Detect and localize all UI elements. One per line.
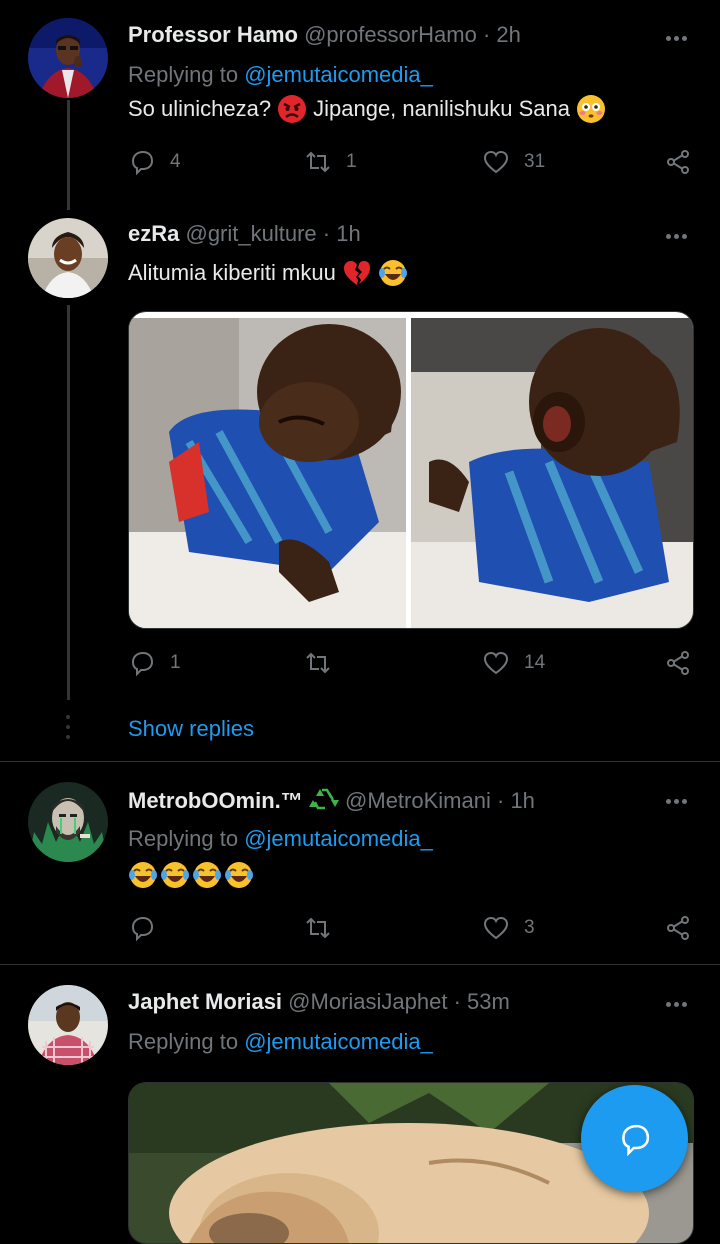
tweet-header: ezRa @grit_kulture · 1h <box>128 221 361 247</box>
thread-line <box>67 305 70 700</box>
tweet-text-part: Alitumia kiberiti mkuu <box>128 260 336 285</box>
timestamp[interactable]: 53m <box>467 989 510 1014</box>
avatar[interactable] <box>28 218 108 298</box>
avatar[interactable] <box>28 985 108 1065</box>
more-icon[interactable] <box>662 226 692 246</box>
tweet-actions: 4 1 31 <box>128 142 698 182</box>
tweet-media[interactable] <box>128 311 694 629</box>
mention-link[interactable]: @jemutaicomedia_ <box>244 1029 433 1054</box>
divider <box>0 761 720 762</box>
mention-link[interactable]: @jemutaicomedia_ <box>244 826 433 851</box>
tweet-header: Japhet Moriasi @MoriasiJaphet · 53m <box>128 989 510 1015</box>
heart-icon <box>483 651 509 675</box>
reply-icon <box>131 150 154 176</box>
replying-prefix: Replying to <box>128 62 239 87</box>
like-count: 31 <box>524 151 546 172</box>
display-name[interactable]: Japhet Moriasi <box>128 989 282 1014</box>
retweet-count: 1 <box>346 151 357 172</box>
tweet-actions: 1 14 <box>128 643 698 683</box>
flushed-face-emoji-icon <box>576 95 605 123</box>
compose-reply-button[interactable] <box>581 1085 688 1192</box>
like-button[interactable]: 14 <box>482 643 545 683</box>
reply-button[interactable]: 4 <box>128 142 181 182</box>
tweet-text: Alitumia kiberiti mkuu <box>128 258 408 288</box>
tears-of-joy-emoji-icon <box>193 862 221 888</box>
angry-face-emoji-icon <box>278 95 307 123</box>
retweet-button[interactable]: 1 <box>304 142 357 182</box>
retweet-icon <box>306 652 330 674</box>
tweet-header: Professor Hamo @professorHamo · 2h <box>128 22 521 48</box>
tweet-text-part: So ulinicheza? <box>128 96 272 121</box>
retweet-button[interactable] <box>304 908 346 948</box>
timestamp[interactable]: 1h <box>336 221 360 246</box>
timestamp[interactable]: 2h <box>496 22 520 47</box>
retweet-icon <box>306 917 330 939</box>
display-name[interactable]: Professor Hamo <box>128 22 298 47</box>
reply-icon <box>131 651 154 677</box>
show-replies-link[interactable]: Show replies <box>128 716 254 742</box>
replying-prefix: Replying to <box>128 1029 239 1054</box>
replying-prefix: Replying to <box>128 826 239 851</box>
separator: · <box>482 22 491 47</box>
share-icon <box>667 150 689 174</box>
heart-icon <box>483 916 509 940</box>
heart-icon <box>483 150 509 174</box>
more-icon[interactable] <box>662 791 692 811</box>
avatar[interactable] <box>28 18 108 98</box>
tweet-text-part: Jipange, nanilishuku Sana <box>313 96 570 121</box>
reply-icon <box>131 916 154 942</box>
tweet-text <box>128 860 254 890</box>
like-count: 14 <box>524 652 546 673</box>
thread-continuation-dots <box>66 715 70 745</box>
user-handle[interactable]: @MoriasiJaphet <box>288 989 447 1014</box>
like-count: 3 <box>524 917 535 938</box>
user-handle[interactable]: @professorHamo <box>304 22 477 47</box>
retweet-button[interactable] <box>304 643 346 683</box>
replying-to: Replying to @jemutaicomedia_ <box>128 62 433 88</box>
share-icon <box>667 651 689 675</box>
like-button[interactable]: 31 <box>482 142 545 182</box>
reply-count: 1 <box>170 652 181 673</box>
tears-of-joy-emoji-icon <box>129 862 157 888</box>
share-button[interactable] <box>664 142 692 182</box>
recycle-icon <box>308 788 339 810</box>
more-icon[interactable] <box>662 28 692 48</box>
avatar[interactable] <box>28 782 108 862</box>
divider <box>0 964 720 965</box>
reply-button[interactable]: 1 <box>128 643 181 683</box>
compose-reply-icon <box>621 1124 649 1156</box>
share-icon <box>667 916 689 940</box>
tweet-text: So ulinicheza? Jipange, nanilishuku Sana <box>128 94 606 124</box>
user-handle[interactable]: @MetroKimani <box>345 788 491 813</box>
more-icon[interactable] <box>662 994 692 1014</box>
tears-of-joy-emoji-icon <box>161 862 189 888</box>
separator: · <box>322 221 331 246</box>
mention-link[interactable]: @jemutaicomedia_ <box>244 62 433 87</box>
replying-to: Replying to @jemutaicomedia_ <box>128 826 433 852</box>
reply-button[interactable] <box>128 908 170 948</box>
broken-heart-emoji-icon <box>343 261 370 285</box>
thread-line <box>67 100 70 210</box>
display-name[interactable]: MetrobOOmin.™ <box>128 788 303 813</box>
retweet-icon <box>306 151 330 173</box>
like-button[interactable]: 3 <box>482 908 535 948</box>
reply-count: 4 <box>170 151 181 172</box>
share-button[interactable] <box>664 643 692 683</box>
replying-to: Replying to @jemutaicomedia_ <box>128 1029 433 1055</box>
tweet-header: MetrobOOmin.™ @MetroKimani · 1h <box>128 786 535 814</box>
user-handle[interactable]: @grit_kulture <box>185 221 316 246</box>
tears-of-joy-emoji-icon <box>378 260 407 286</box>
separator: · <box>453 989 461 1014</box>
display-name[interactable]: ezRa <box>128 221 179 246</box>
timestamp[interactable]: 1h <box>510 788 534 813</box>
share-button[interactable] <box>664 908 692 948</box>
separator: · <box>496 788 505 813</box>
media-image-crying-baby[interactable] <box>129 312 693 628</box>
tears-of-joy-emoji-icon <box>225 862 253 888</box>
tweet-actions: 3 <box>128 908 698 948</box>
